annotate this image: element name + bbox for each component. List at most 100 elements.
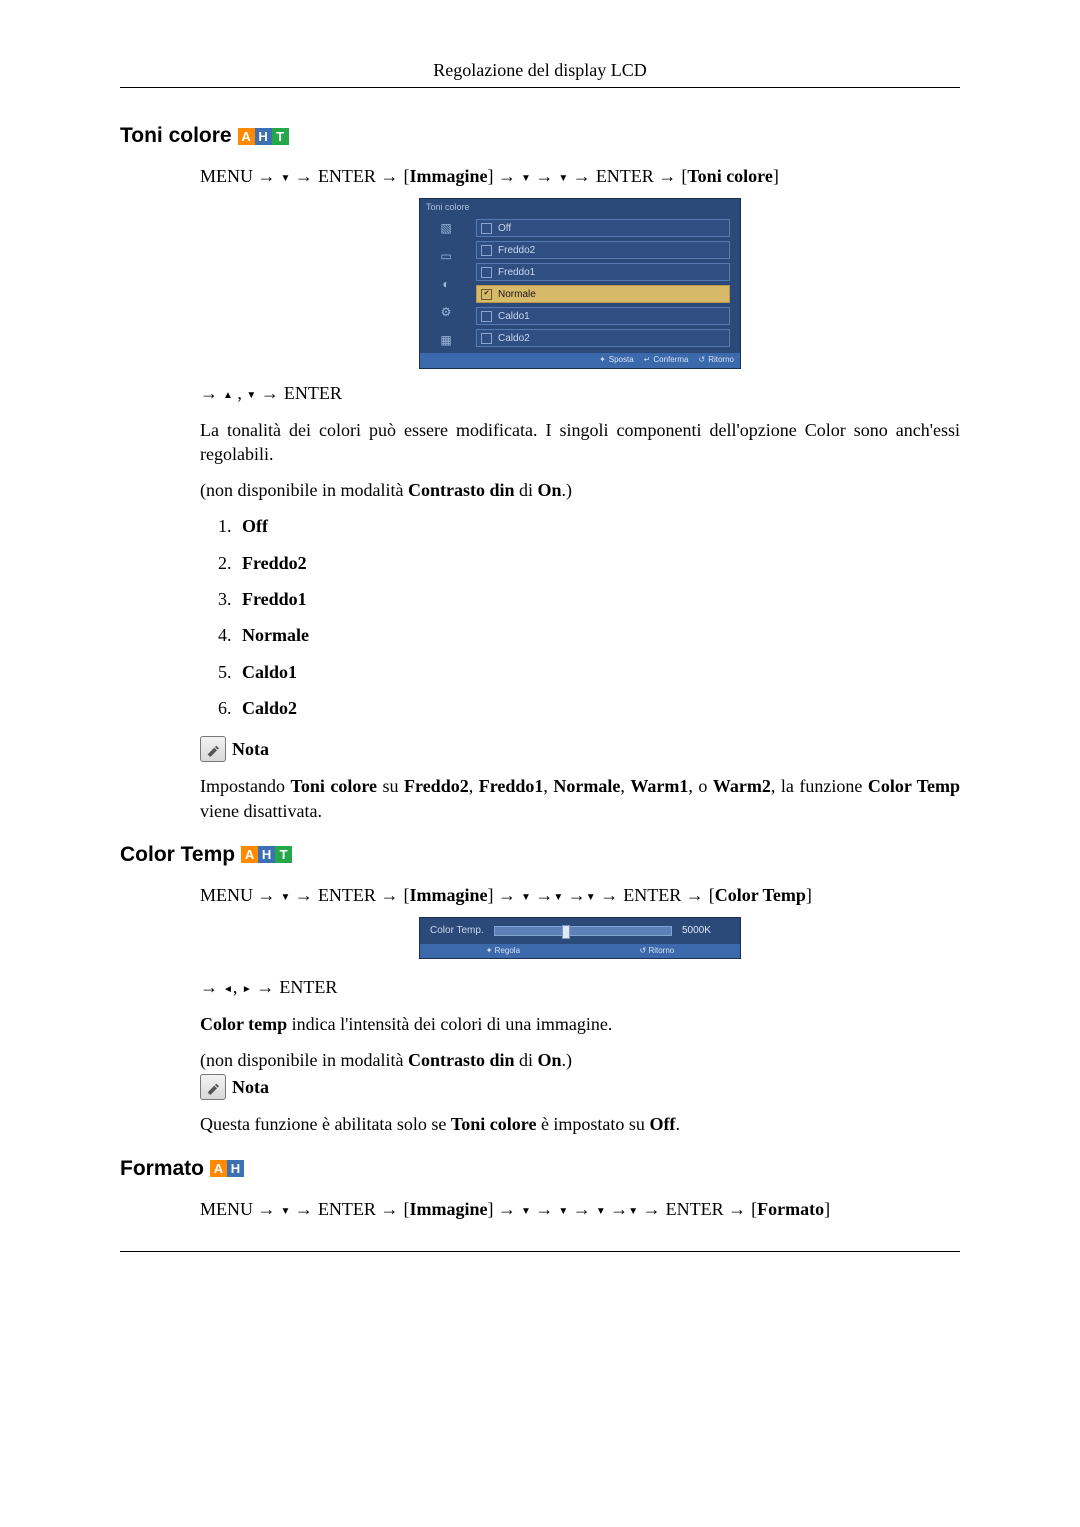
list-item: Freddo2 <box>236 551 960 575</box>
ctemp-nav-path: MENU → ▼ → ENTER → [Immagine] → ▼ →▼ →▼ … <box>200 883 960 907</box>
list-item: Caldo2 <box>236 696 960 720</box>
toni-badges: A H T <box>238 128 289 145</box>
osd2-value: 5000K <box>682 924 730 938</box>
list-item: Caldo1 <box>236 660 960 684</box>
badge-t-icon: T <box>275 846 292 863</box>
section-heading-toni-colore: Toni colore A H T <box>120 124 960 148</box>
osd2-slider-knob <box>562 925 570 939</box>
note-label: Nota <box>232 737 269 761</box>
up-arrow-icon: ▲ <box>223 389 233 403</box>
osd-option-freddo1: Freddo1 <box>476 263 730 281</box>
nav-enter: ENTER <box>318 166 376 186</box>
nav-enter: ENTER <box>623 885 681 905</box>
toni-note-text: Impostando Toni colore su Freddo2, Fredd… <box>200 774 960 823</box>
down-arrow-icon: ▼ <box>281 172 291 186</box>
section-heading-color-temp: Color Temp A H T <box>120 843 960 867</box>
nav-enter: ENTER <box>666 1199 724 1219</box>
nav-enter: ENTER <box>596 166 654 186</box>
osd-picture-icon: ▧ <box>435 219 457 237</box>
osd-option-caldo1: Caldo1 <box>476 307 730 325</box>
osd-title: Toni colore <box>420 199 740 215</box>
down-arrow-icon: ▼ <box>553 891 563 905</box>
right-arrow-icon: ► <box>242 983 252 997</box>
note-icon <box>200 736 226 762</box>
nav-immagine: Immagine <box>409 166 487 186</box>
down-arrow-icon: ▼ <box>558 1205 568 1219</box>
ctemp-badges: A H T <box>241 846 292 863</box>
toni-nav-path2: → ▲ , ▼ → ENTER <box>200 381 960 405</box>
down-arrow-icon: ▼ <box>521 891 531 905</box>
down-arrow-icon: ▼ <box>281 1205 291 1219</box>
nav-enter: ENTER <box>318 1199 376 1219</box>
note-icon <box>200 1074 226 1100</box>
nav-enter: ENTER <box>318 885 376 905</box>
osd2-slider-bar <box>494 926 672 936</box>
section-title: Color Temp <box>120 843 235 867</box>
ctemp-note-text: Questa funzione è abilitata solo se Toni… <box>200 1112 960 1136</box>
ctemp-unavailable: (non disponibile in modalità Contrasto d… <box>200 1048 960 1072</box>
osd-option-normale-selected: ✔Normale <box>476 285 730 303</box>
down-arrow-icon: ▼ <box>586 891 596 905</box>
osd-setup-icon: ⚙ <box>435 303 457 321</box>
formato-nav-path: MENU → ▼ → ENTER → [Immagine] → ▼ → ▼ → … <box>200 1197 960 1221</box>
nav-menu: MENU <box>200 885 253 905</box>
down-arrow-icon: ▼ <box>281 891 291 905</box>
osd-option-caldo2: Caldo2 <box>476 329 730 347</box>
nav-enter: ENTER <box>279 977 337 997</box>
badge-h-icon: H <box>258 846 275 863</box>
toni-option-list: Off Freddo2 Freddo1 Normale Caldo1 Caldo… <box>200 514 960 720</box>
badge-a-icon: A <box>210 1160 227 1177</box>
badge-t-icon: T <box>272 128 289 145</box>
list-item: Normale <box>236 623 960 647</box>
nav-target: Formato <box>757 1199 824 1219</box>
osd-pip-icon: ▭ <box>435 247 457 265</box>
formato-badges: A H <box>210 1160 244 1177</box>
badge-a-icon: A <box>241 846 258 863</box>
nav-menu: MENU <box>200 1199 253 1219</box>
ctemp-description: Color temp indica l'intensità dei colori… <box>200 1012 960 1036</box>
badge-a-icon: A <box>238 128 255 145</box>
left-arrow-icon: ◄ <box>223 983 233 997</box>
down-arrow-icon: ▼ <box>628 1205 638 1219</box>
page-header-title: Regolazione del display LCD <box>120 60 960 81</box>
return-icon: ↺ <box>699 355 706 366</box>
down-arrow-icon: ▼ <box>521 1205 531 1219</box>
header-rule <box>120 87 960 88</box>
osd-options: Off Freddo2 Freddo1 ✔Normale Caldo1 Cald… <box>472 215 740 353</box>
osd-footer: ✦Sposta ↵Conferma ↺Ritorno <box>420 353 740 368</box>
adjust-icon: ✦ <box>486 946 493 955</box>
osd-toni-colore-menu: Toni colore ▧ ▭ ◐ ⚙ ▦ Off Freddo2 Freddo… <box>419 198 741 369</box>
section-title: Toni colore <box>120 124 232 148</box>
osd-sidebar: ▧ ▭ ◐ ⚙ ▦ <box>420 215 472 353</box>
osd2-label: Color Temp. <box>430 924 484 938</box>
badge-h-icon: H <box>227 1160 244 1177</box>
move-icon: ✦ <box>599 355 606 366</box>
ctemp-note-header: Nota <box>200 1074 960 1100</box>
section-title: Formato <box>120 1157 204 1181</box>
nav-target: Color Temp <box>715 885 806 905</box>
osd2-footer: ✦ Regola ↺ Ritorno <box>420 944 740 959</box>
footer-rule <box>120 1251 960 1252</box>
osd-option-freddo2: Freddo2 <box>476 241 730 259</box>
down-arrow-icon: ▼ <box>596 1205 606 1219</box>
nav-immagine: Immagine <box>409 885 487 905</box>
osd-color-temp-slider: Color Temp. 5000K ✦ Regola ↺ Ritorno <box>419 917 741 959</box>
nav-enter: ENTER <box>284 383 342 403</box>
down-arrow-icon: ▼ <box>558 172 568 186</box>
osd-multi-icon: ▦ <box>435 331 457 349</box>
osd-sound-icon: ◐ <box>435 275 457 293</box>
list-item: Freddo1 <box>236 587 960 611</box>
nav-target: Toni colore <box>687 166 773 186</box>
toni-nav-path: MENU → ▼ → ENTER → [Immagine] → ▼ → ▼ → … <box>200 164 960 188</box>
enter-icon: ↵ <box>644 355 651 366</box>
down-arrow-icon: ▼ <box>521 172 531 186</box>
badge-h-icon: H <box>255 128 272 145</box>
down-arrow-icon: ▼ <box>246 389 256 403</box>
toni-description: La tonalità dei colori può essere modifi… <box>200 418 960 467</box>
note-label: Nota <box>232 1075 269 1099</box>
nav-menu: MENU <box>200 166 253 186</box>
list-item: Off <box>236 514 960 538</box>
ctemp-nav-path2: → ◄, ► → ENTER <box>200 975 960 999</box>
section-heading-formato: Formato A H <box>120 1157 960 1181</box>
toni-note-header: Nota <box>200 736 960 762</box>
